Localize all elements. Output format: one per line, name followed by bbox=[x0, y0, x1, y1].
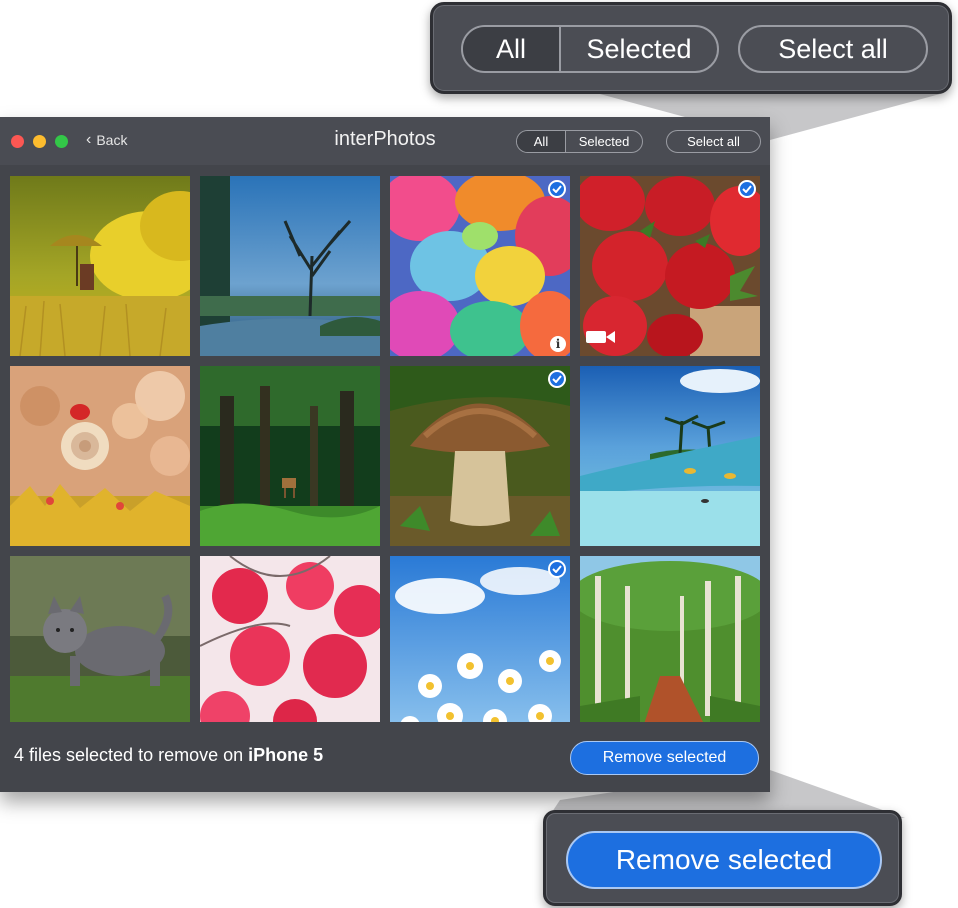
device-name: iPhone 5 bbox=[248, 745, 324, 765]
deer-forest-image bbox=[200, 366, 380, 546]
app-window: ‹ Back interPhotos All Selected Select a… bbox=[0, 117, 770, 792]
tree-river-image bbox=[200, 176, 380, 356]
tropical-island-image bbox=[580, 366, 760, 546]
photo-grid: i bbox=[10, 176, 760, 722]
photo-thumbnail[interactable] bbox=[580, 366, 760, 546]
daisies-image bbox=[390, 556, 570, 722]
photo-thumbnail[interactable] bbox=[200, 556, 380, 722]
back-button[interactable]: ‹ Back bbox=[86, 131, 128, 149]
zoom-segment-selected[interactable]: Selected bbox=[561, 27, 717, 71]
info-icon[interactable]: i bbox=[550, 336, 566, 352]
photo-thumbnail[interactable] bbox=[390, 366, 570, 546]
selected-check-icon[interactable] bbox=[738, 180, 756, 198]
video-icon bbox=[586, 329, 616, 350]
title-bar: ‹ Back interPhotos All Selected Select a… bbox=[0, 117, 770, 165]
photo-thumbnail[interactable] bbox=[200, 366, 380, 546]
segment-all[interactable]: All bbox=[517, 131, 566, 152]
colorful-powder-image bbox=[390, 176, 570, 356]
segment-selected[interactable]: Selected bbox=[566, 131, 642, 152]
photo-thumbnail[interactable] bbox=[10, 556, 190, 722]
frosted-berries-image bbox=[200, 556, 380, 722]
top-zoom-callout: All Selected Select all bbox=[430, 2, 952, 94]
photo-thumbnail[interactable] bbox=[580, 176, 760, 356]
bottom-zoom-callout: Remove selected bbox=[543, 810, 902, 906]
birch-forest-image bbox=[580, 556, 760, 722]
zoom-select-all-button[interactable]: Select all bbox=[738, 25, 928, 73]
minimize-window-button[interactable] bbox=[33, 135, 46, 148]
mushroom-image bbox=[390, 366, 570, 546]
selected-check-icon[interactable] bbox=[548, 370, 566, 388]
zoom-remove-selected-button[interactable]: Remove selected bbox=[566, 831, 882, 889]
kitten-image bbox=[10, 556, 190, 722]
photo-thumbnail[interactable] bbox=[580, 556, 760, 722]
chevron-left-icon: ‹ bbox=[86, 131, 92, 148]
photo-thumbnail[interactable] bbox=[10, 176, 190, 356]
selected-check-icon[interactable] bbox=[548, 180, 566, 198]
ladybug-snail-image bbox=[10, 366, 190, 546]
back-label: Back bbox=[96, 132, 128, 148]
photo-thumbnail[interactable] bbox=[10, 366, 190, 546]
umbrella-field-image bbox=[10, 176, 190, 356]
close-window-button[interactable] bbox=[11, 135, 24, 148]
selected-check-icon[interactable] bbox=[548, 560, 566, 578]
filter-segmented-control: All Selected bbox=[516, 130, 643, 153]
photo-thumbnail[interactable] bbox=[390, 556, 570, 722]
photo-thumbnail[interactable]: i bbox=[390, 176, 570, 356]
status-text: 4 files selected to remove on bbox=[14, 745, 249, 765]
zoom-filter-segmented-control: All Selected bbox=[461, 25, 719, 73]
remove-selected-button[interactable]: Remove selected bbox=[570, 741, 759, 775]
zoom-segment-all[interactable]: All bbox=[463, 27, 561, 71]
zoom-window-button[interactable] bbox=[55, 135, 68, 148]
photo-thumbnail[interactable] bbox=[200, 176, 380, 356]
selection-status: 4 files selected to remove on iPhone 5 bbox=[14, 745, 323, 766]
select-all-button[interactable]: Select all bbox=[666, 130, 761, 153]
